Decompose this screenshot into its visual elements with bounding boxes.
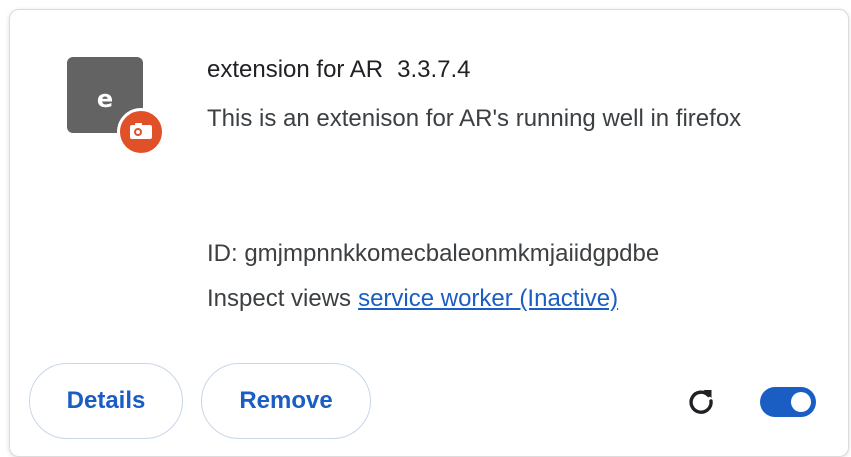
extension-card: e extension for AR 3.3.7.4 This is an ext… xyxy=(9,9,849,457)
reload-icon[interactable] xyxy=(684,384,718,418)
remove-button[interactable]: Remove xyxy=(201,363,371,439)
extension-name: extension for AR xyxy=(207,56,384,83)
camera-badge-icon xyxy=(117,108,165,156)
extension-version: 3.3.7.4 xyxy=(397,56,471,83)
extension-title: extension for AR 3.3.7.4 xyxy=(207,56,471,84)
inspect-views: Inspect views service worker (Inactive) xyxy=(207,285,618,313)
toggle-knob xyxy=(791,392,811,412)
details-button[interactable]: Details xyxy=(29,363,183,439)
extension-id: ID: gmjmpnnkkomecbaleonmkmjaiidgpdbe xyxy=(207,240,660,267)
extension-description: This is an extenison for AR's running we… xyxy=(207,105,742,132)
service-worker-link[interactable]: service worker (Inactive) xyxy=(358,285,618,312)
extension-icon-letter: e xyxy=(96,85,114,113)
inspect-views-label: Inspect views xyxy=(207,285,352,312)
enable-toggle[interactable] xyxy=(760,387,816,417)
